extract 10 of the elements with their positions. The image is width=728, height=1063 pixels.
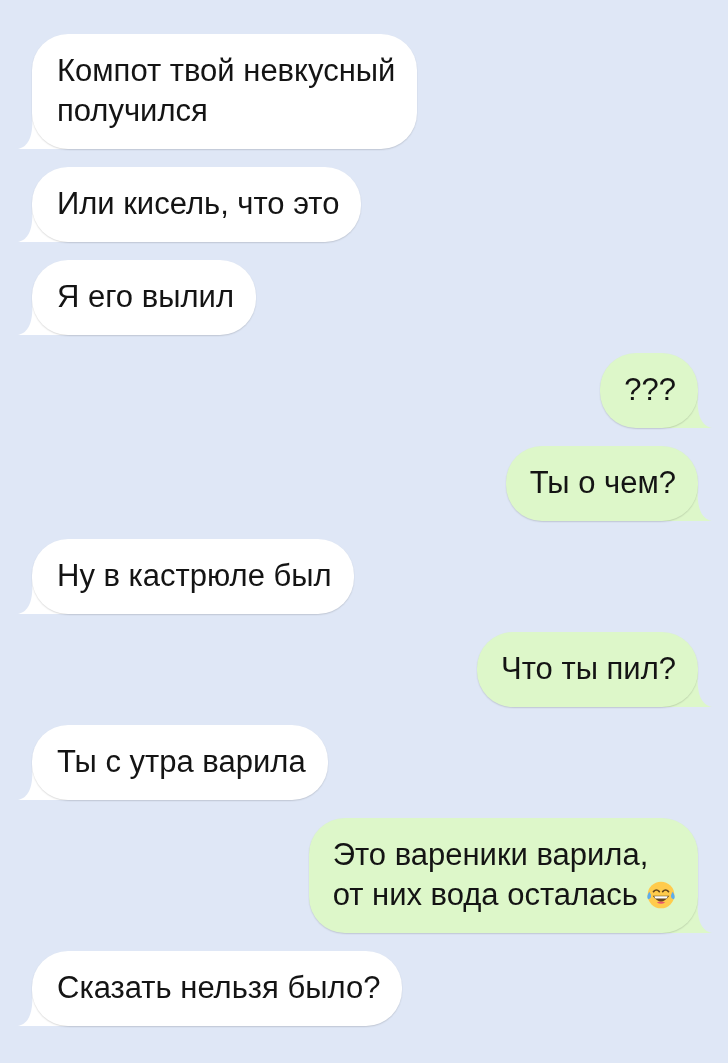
message-text: Компот твой невкусный получился — [57, 53, 396, 128]
message-text: ??? — [624, 372, 676, 407]
message-text: Или кисель, что это — [57, 186, 340, 221]
message-text: Сказать нельзя было? — [57, 970, 381, 1005]
message-text: Ты с утра варила — [57, 744, 306, 779]
message-text: Ты о чем? — [529, 465, 676, 500]
message-text: Ну в кастрюле был — [57, 558, 332, 593]
message-text: Что ты пил? — [501, 651, 676, 686]
message-text: Это вареники варила, от них вода осталась — [332, 837, 649, 912]
message-text: Я его вылил — [57, 279, 234, 314]
